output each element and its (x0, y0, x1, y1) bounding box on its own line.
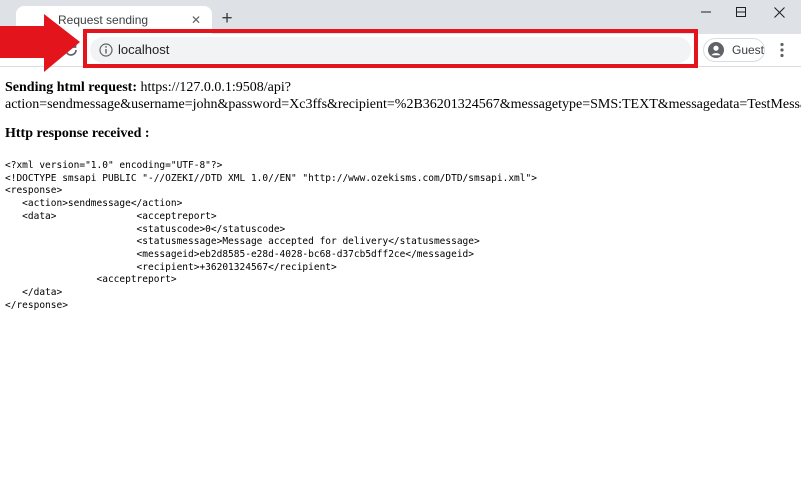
xml-line: <response> (5, 185, 63, 197)
request-label: Sending html request: (5, 80, 137, 95)
red-arrow-annotation-icon (0, 14, 80, 72)
profile-button[interactable]: Guest (703, 38, 765, 62)
request-line: Sending html request: https://127.0.0.1:… (5, 79, 801, 96)
menu-button[interactable] (772, 39, 792, 61)
xml-line: <data> <acceptreport> (5, 210, 217, 222)
address-bar-highlight-box (83, 29, 698, 68)
kebab-menu-icon (780, 42, 784, 58)
xml-line: <action>sendmessage</action> (5, 198, 183, 210)
xml-line: <messageid>eb2d8585-e28d-4028-bc68-d37cb… (5, 248, 474, 260)
xml-line: <acceptreport> (5, 274, 177, 286)
new-tab-plus-icon[interactable]: + (217, 9, 237, 29)
xml-line: <?xml version="1.0" encoding="UTF-8"?> (5, 160, 223, 171)
profile-label: Guest (732, 43, 765, 57)
tab-close-icon[interactable]: ✕ (188, 12, 204, 28)
guest-avatar-icon (708, 42, 724, 58)
window-close-button[interactable] (757, 0, 801, 24)
xml-line: <recipient>+36201324567</recipient> (5, 261, 337, 273)
request-url-line1: https://127.0.0.1:9508/api? (140, 80, 291, 95)
response-label: Http response received : (5, 126, 150, 141)
xml-response-block: <?xml version="1.0" encoding="UTF-8"?> <!… (5, 160, 801, 312)
request-url-line2: action=sendmessage&username=john&passwor… (5, 97, 801, 112)
xml-line: <statusmessage>Message accepted for deli… (5, 236, 480, 248)
xml-line: </response> (5, 299, 68, 311)
xml-line: <statuscode>0</statuscode> (5, 223, 286, 235)
xml-line: </data> (5, 287, 63, 299)
page-content: Sending html request: https://127.0.0.1:… (5, 79, 801, 312)
xml-line: <!DOCTYPE smsapi PUBLIC "-//OZEKI//DTD X… (5, 172, 537, 184)
